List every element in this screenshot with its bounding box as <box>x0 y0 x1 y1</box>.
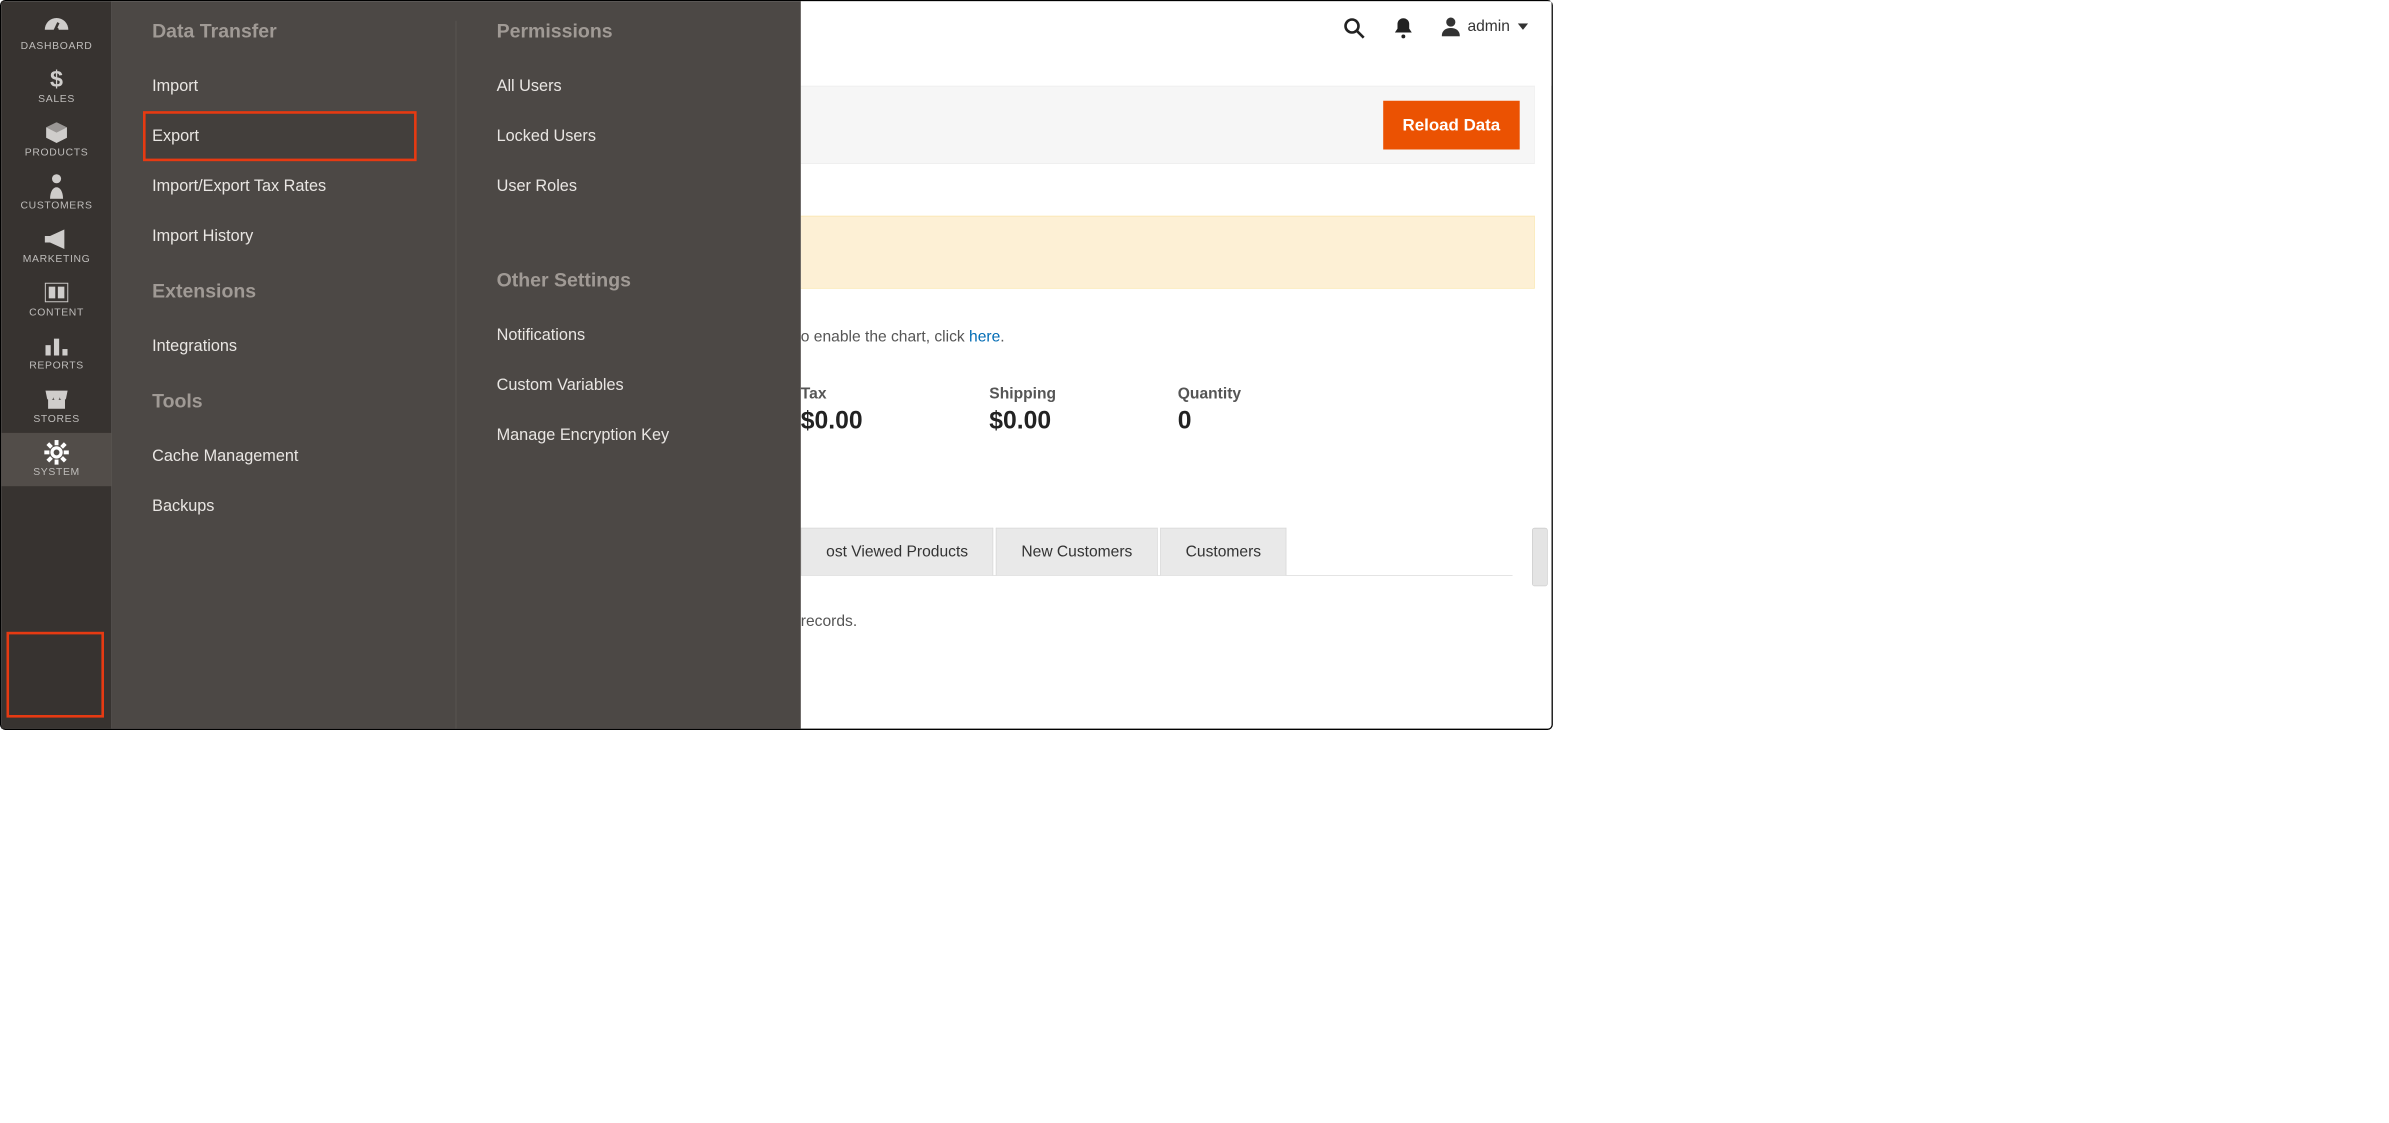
flyout-heading-tools: Tools <box>152 391 417 413</box>
user-icon <box>1441 17 1459 36</box>
rail-label: REPORTS <box>29 360 84 372</box>
rail-item-system[interactable]: SYSTEM <box>1 433 111 486</box>
dollar-icon: $ <box>44 66 70 92</box>
rail-label: PRODUCTS <box>25 147 89 159</box>
stat-shipping: Shipping $0.00 <box>989 385 1151 435</box>
stat-label: Tax <box>801 385 964 403</box>
stat-label: Shipping <box>989 385 1151 403</box>
flyout-link-import-history[interactable]: Import History <box>143 211 417 261</box>
stats-row: Tax $0.00 Shipping $0.00 Quantity 0 <box>801 385 1535 435</box>
rail-item-stores[interactable]: STORES <box>1 380 111 433</box>
flyout-heading-extensions: Extensions <box>152 281 417 303</box>
rail-label: CUSTOMERS <box>20 200 92 212</box>
stat-quantity: Quantity 0 <box>1178 385 1341 435</box>
notice-banner <box>801 216 1535 289</box>
chevron-down-icon <box>1518 23 1528 30</box>
rail-label: SALES <box>38 94 75 106</box>
gauge-icon <box>44 13 70 39</box>
flyout-heading-permissions: Permissions <box>497 21 762 43</box>
flyout-link-all-users[interactable]: All Users <box>487 61 761 111</box>
flyout-link-export[interactable]: Export <box>143 111 417 161</box>
stat-value: $0.00 <box>801 407 964 435</box>
dashboard-tabs: ost Viewed Products New Customers Custom… <box>801 528 1513 576</box>
search-icon[interactable] <box>1343 17 1365 39</box>
svg-text:$: $ <box>50 66 63 92</box>
chart-enable-link[interactable]: here <box>969 328 1000 346</box>
chart-enable-suffix: . <box>1000 328 1004 346</box>
flyout-heading-other-settings: Other Settings <box>497 270 762 292</box>
person-icon <box>44 173 70 199</box>
chart-enable-line: o enable the chart, click here. <box>801 328 1535 346</box>
records-count-line: records. <box>801 612 857 630</box>
flyout-link-import-export-tax-rates[interactable]: Import/Export Tax Rates <box>143 161 417 211</box>
flyout-col-1: Data Transfer Import Export Import/Expor… <box>112 21 457 729</box>
admin-header: admin <box>801 1 1552 85</box>
stat-label: Quantity <box>1178 385 1341 403</box>
rail-item-reports[interactable]: REPORTS <box>1 326 111 379</box>
user-name: admin <box>1467 18 1509 36</box>
megaphone-icon <box>44 226 70 252</box>
stat-tax: Tax $0.00 <box>801 385 964 435</box>
rail-label: DASHBOARD <box>21 40 93 52</box>
bell-icon[interactable] <box>1393 17 1413 39</box>
flyout-link-notifications[interactable]: Notifications <box>487 310 761 360</box>
flyout-link-locked-users[interactable]: Locked Users <box>487 111 761 161</box>
flyout-link-manage-encryption-key[interactable]: Manage Encryption Key <box>487 410 761 460</box>
vertical-scrollbar[interactable] <box>1532 528 1548 587</box>
rail-label: MARKETING <box>23 253 91 265</box>
rail-item-sales[interactable]: $ SALES <box>1 60 111 113</box>
flyout-link-backups[interactable]: Backups <box>143 481 417 531</box>
rail-label: STORES <box>33 413 79 425</box>
action-bar: Reload Data <box>801 86 1535 164</box>
flyout-link-cache-management[interactable]: Cache Management <box>143 431 417 481</box>
box-icon <box>44 120 70 146</box>
tab-new-customers[interactable]: New Customers <box>996 528 1158 575</box>
flyout-link-user-roles[interactable]: User Roles <box>487 161 761 211</box>
flyout-link-custom-variables[interactable]: Custom Variables <box>487 360 761 410</box>
user-menu[interactable]: admin <box>1441 17 1528 36</box>
gear-icon <box>44 439 70 465</box>
rail-highlight-box <box>7 632 105 718</box>
bars-icon <box>44 333 70 359</box>
storefront-icon <box>44 386 70 412</box>
flyout-link-import[interactable]: Import <box>143 61 417 111</box>
stat-value: 0 <box>1178 407 1341 435</box>
admin-left-rail: DASHBOARD $ SALES PRODUCTS CUSTOMERS MAR… <box>1 1 111 728</box>
rail-item-content[interactable]: CONTENT <box>1 273 111 326</box>
system-flyout-menu: Data Transfer Import Export Import/Expor… <box>112 1 801 728</box>
rail-item-customers[interactable]: CUSTOMERS <box>1 166 111 219</box>
rail-item-marketing[interactable]: MARKETING <box>1 220 111 273</box>
rail-label: CONTENT <box>29 307 84 319</box>
rail-item-dashboard[interactable]: DASHBOARD <box>1 7 111 60</box>
chart-enable-prefix: o enable the chart, click <box>801 328 969 346</box>
tab-most-viewed-products[interactable]: ost Viewed Products <box>801 528 994 575</box>
flyout-col-2: Permissions All Users Locked Users User … <box>456 21 801 729</box>
stat-value: $0.00 <box>989 407 1151 435</box>
flyout-link-integrations[interactable]: Integrations <box>143 321 417 371</box>
rail-label: SYSTEM <box>33 467 80 479</box>
layout-icon <box>44 280 70 306</box>
rail-item-products[interactable]: PRODUCTS <box>1 113 111 166</box>
flyout-heading-data-transfer: Data Transfer <box>152 21 417 43</box>
tab-customers[interactable]: Customers <box>1160 528 1286 575</box>
reload-data-button[interactable]: Reload Data <box>1383 100 1520 149</box>
